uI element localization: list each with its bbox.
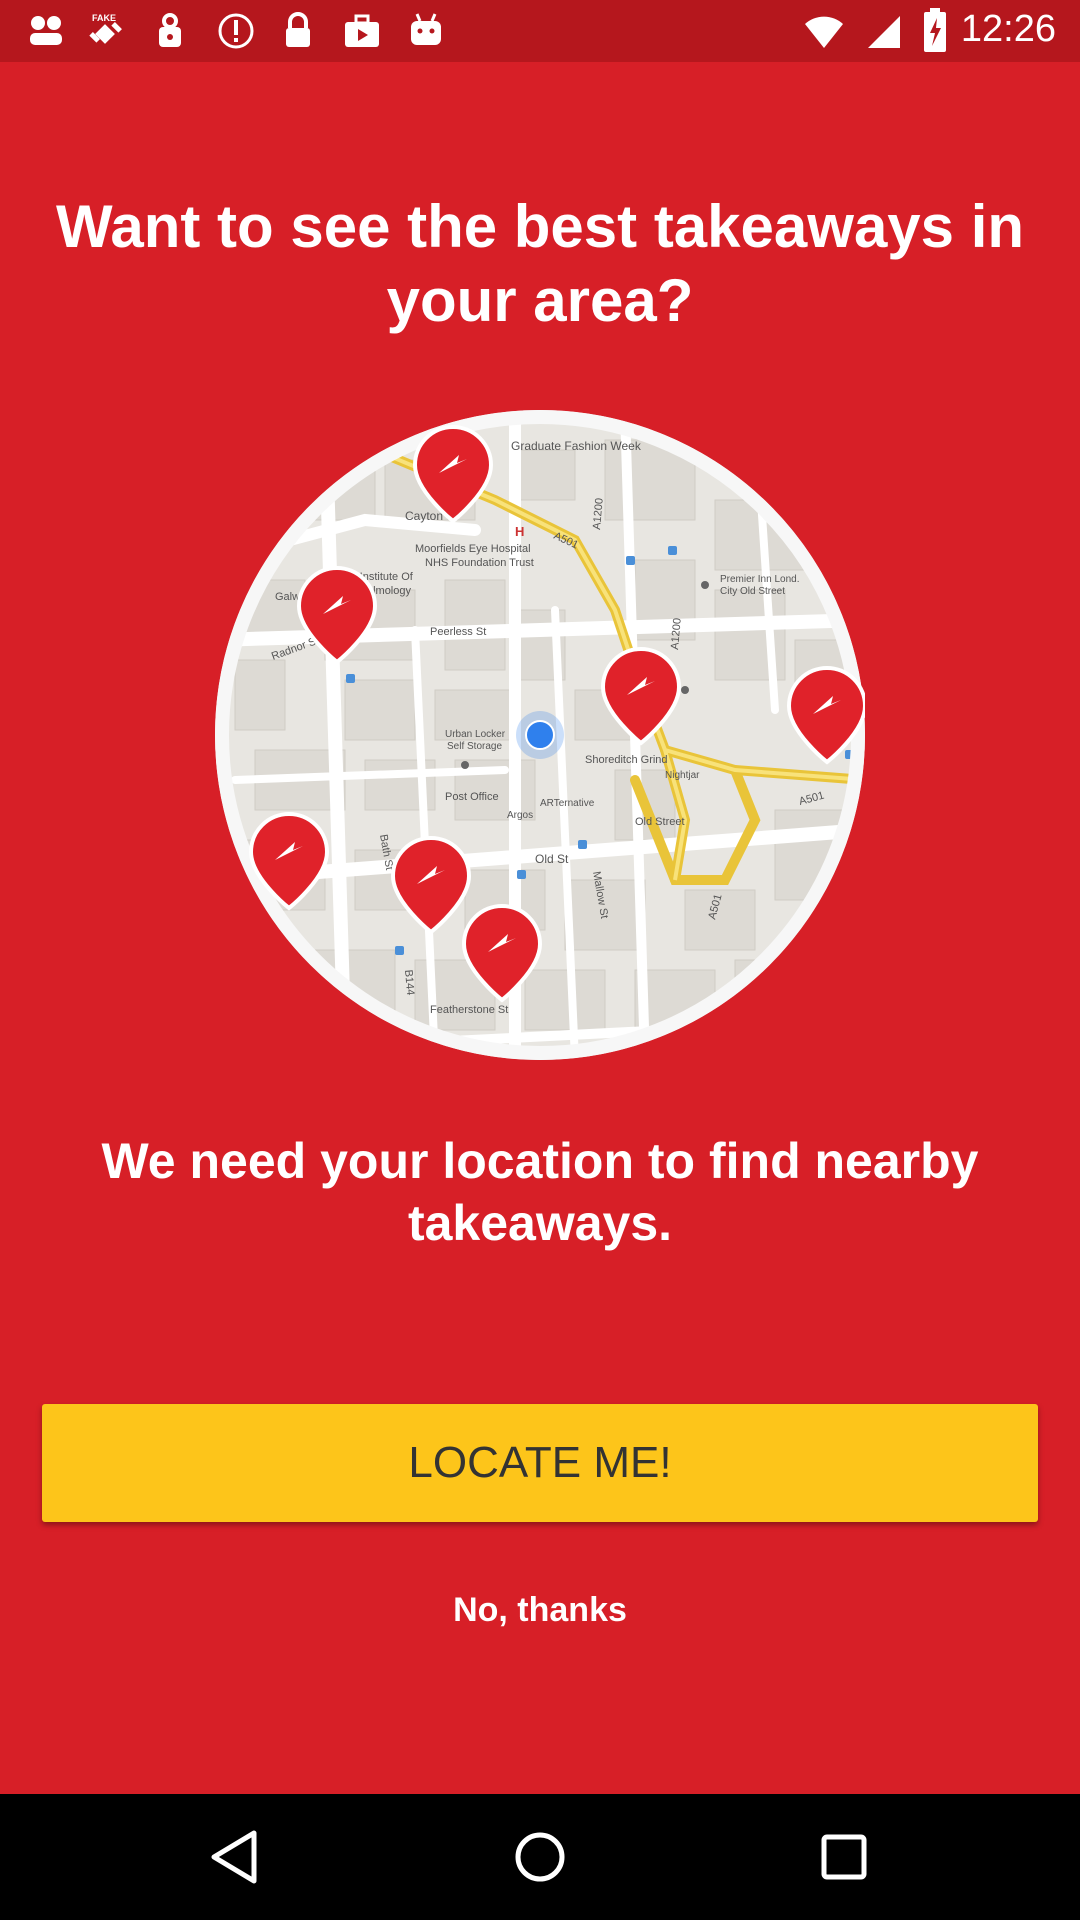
notification-icon bbox=[30, 16, 62, 45]
map-label-urban-1: Urban Locker bbox=[445, 729, 506, 740]
map-label-premier-1: Premier Inn Lond. bbox=[720, 574, 800, 585]
map-label-urban-2: Self Storage bbox=[447, 741, 502, 752]
android-icon bbox=[411, 13, 441, 45]
status-time: 12:26 bbox=[960, 8, 1056, 50]
home-icon[interactable] bbox=[500, 1817, 580, 1897]
location-explanation: We need your location to find nearby tak… bbox=[101, 1133, 979, 1251]
map-label-arternative: ARTernative bbox=[540, 798, 595, 809]
map-label-old-st: Old St bbox=[535, 852, 569, 866]
map-label-post-office: Post Office bbox=[445, 791, 499, 803]
wifi-icon bbox=[805, 16, 843, 48]
map-label-graduate: Graduate Fashion Week bbox=[511, 439, 642, 453]
map-illustration: Graduate Fashion Week Cayton St Moorfiel… bbox=[215, 410, 868, 1060]
map-label-shoreditch: Shoreditch Grind bbox=[585, 754, 668, 766]
map-label-b144: B144 bbox=[402, 969, 416, 996]
map-label-moorfields-2: NHS Foundation Trust bbox=[425, 557, 534, 569]
map-label-moorfields-1: Moorfields Eye Hospital bbox=[415, 543, 531, 555]
back-icon[interactable] bbox=[196, 1817, 276, 1897]
map-label-premier-2: City Old Street bbox=[720, 586, 785, 597]
recents-icon[interactable] bbox=[804, 1817, 884, 1897]
svg-text:FAKE: FAKE bbox=[92, 13, 116, 23]
briefcase-icon bbox=[345, 14, 379, 47]
alert-icon bbox=[218, 13, 254, 49]
battery-icon bbox=[924, 8, 946, 52]
map-label-h: H bbox=[515, 524, 524, 539]
map-label-peerless: Peerless St bbox=[430, 626, 486, 638]
lock-icon bbox=[159, 13, 181, 47]
locate-me-button[interactable]: LOCATE ME! bbox=[42, 1404, 1038, 1522]
signal-icon bbox=[868, 16, 900, 48]
map-label-featherstone: Featherstone St bbox=[430, 1004, 508, 1016]
map-label-argos: Argos bbox=[507, 810, 533, 821]
map-svg: Graduate Fashion Week Cayton St Moorfiel… bbox=[215, 410, 868, 1060]
status-bar: FAKE 12:26 bbox=[0, 0, 1080, 62]
lock-icon bbox=[286, 12, 310, 47]
fake-gps-icon: FAKE bbox=[89, 13, 122, 44]
map-label-old-street-station: Old Street bbox=[635, 816, 685, 828]
map-label-nightjar: Nightjar bbox=[665, 770, 700, 781]
navigation-bar bbox=[0, 1794, 1080, 1920]
page-title: Want to see the best takeaways in your a… bbox=[55, 193, 1025, 334]
no-thanks-button[interactable]: No, thanks bbox=[340, 1580, 740, 1640]
